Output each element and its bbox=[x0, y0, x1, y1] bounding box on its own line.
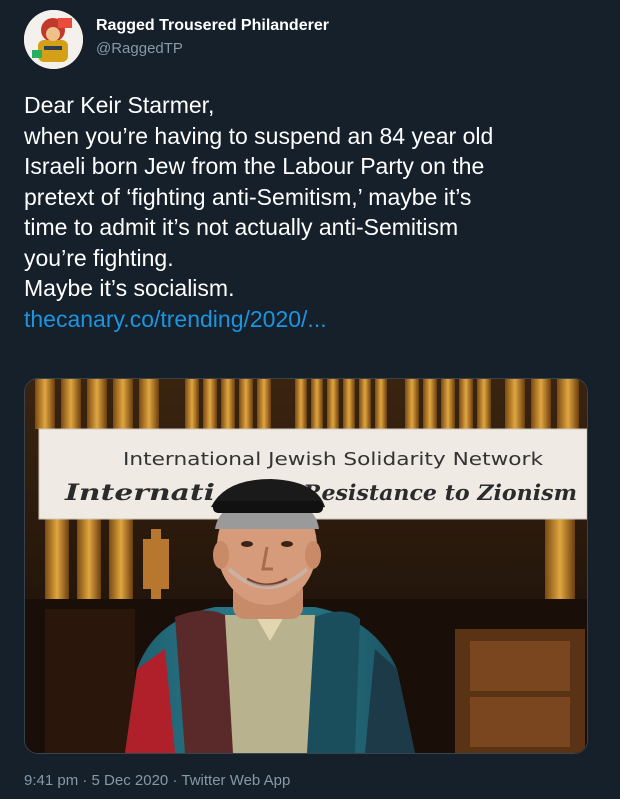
tweet-line: you’re fighting. bbox=[24, 244, 174, 271]
tweet-source[interactable]: Twitter Web App bbox=[181, 772, 290, 789]
avatar-image bbox=[24, 10, 83, 69]
tweet-line: pretext of ‘fighting anti-Semitism,’ may… bbox=[24, 183, 472, 210]
banner-line-1: International Jewish Solidarity Network bbox=[123, 449, 544, 470]
banner-line-2-left: Internati bbox=[64, 480, 215, 506]
tweet-line: when you’re having to suspend an 84 year… bbox=[24, 122, 494, 149]
tweet-photo[interactable]: International Jewish Solidarity Network … bbox=[24, 378, 588, 754]
tweet-line: time to admit it’s not actually anti-Sem… bbox=[24, 214, 459, 240]
tweet-link[interactable]: thecanary.co/trending/2020/... bbox=[24, 304, 604, 335]
tweet-footer: 9:41 pm · 5 Dec 2020 · Twitter Web App bbox=[24, 772, 290, 789]
tweet-line: Maybe it’s socialism. bbox=[24, 275, 235, 301]
tweet-line: Israeli born Jew from the Labour Party o… bbox=[24, 153, 485, 179]
author-display-name[interactable]: Ragged Trousered Philanderer bbox=[96, 17, 329, 35]
photo-image: International Jewish Solidarity Network … bbox=[25, 379, 587, 753]
tweet-header: Ragged Trousered Philanderer @RaggedTP bbox=[24, 10, 596, 70]
avatar[interactable] bbox=[24, 10, 83, 69]
author-handle[interactable]: @RaggedTP bbox=[96, 40, 183, 57]
tweet-line: Dear Keir Starmer, bbox=[24, 92, 215, 118]
tweet-date[interactable]: 5 Dec 2020 bbox=[92, 772, 169, 789]
tweet-time[interactable]: 9:41 pm bbox=[24, 772, 78, 789]
footer-separator: · bbox=[82, 772, 88, 789]
tweet-text: Dear Keir Starmer, when you’re having to… bbox=[24, 90, 604, 334]
footer-separator: · bbox=[172, 772, 178, 789]
banner-line-2-right: l Resistance to Zionism bbox=[287, 480, 577, 505]
